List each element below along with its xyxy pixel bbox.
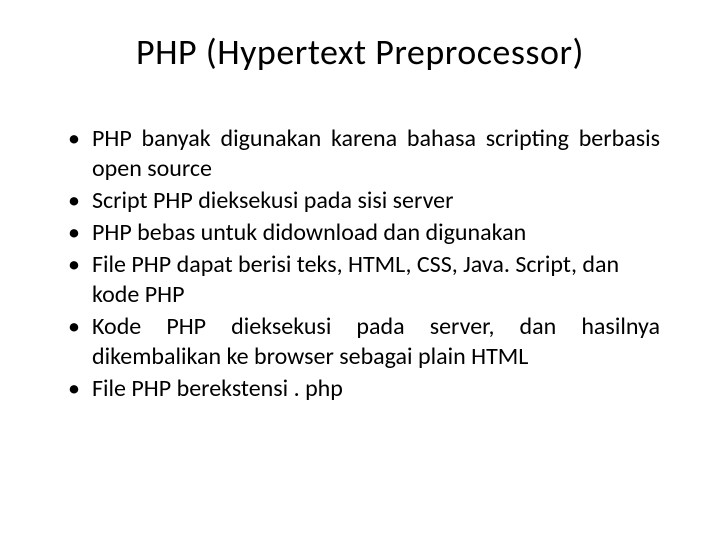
bullet-dot: • (68, 374, 80, 404)
list-item: • File PHP dapat berisi teks, HTML, CSS,… (68, 250, 660, 310)
bullet-text: PHP bebas untuk didownload dan digunakan (92, 218, 526, 247)
bullet-text: PHP banyak digunakan karena bahasa scrip… (92, 124, 660, 183)
bullet-text: File PHP berekstensi . php (92, 374, 343, 403)
bullet-text: Kode PHP dieksekusi pada server, dan has… (92, 312, 660, 371)
bullet-dot: • (68, 218, 80, 248)
bullet-dot: • (68, 124, 80, 154)
list-item: • Kode PHP dieksekusi pada server, dan h… (68, 312, 660, 372)
bullet-text: File PHP dapat berisi teks, HTML, CSS, J… (92, 250, 619, 309)
bullet-list: • PHP banyak digunakan karena bahasa scr… (60, 124, 660, 404)
list-item: • File PHP berekstensi . php (68, 374, 660, 404)
slide-title: PHP (Hypertext Preprocessor) (60, 30, 660, 74)
bullet-text: Script PHP dieksekusi pada sisi server (92, 186, 454, 215)
list-item: • Script PHP dieksekusi pada sisi server (68, 186, 660, 216)
list-item: • PHP bebas untuk didownload dan digunak… (68, 218, 660, 248)
list-item: • PHP banyak digunakan karena bahasa scr… (68, 124, 660, 184)
bullet-dot: • (68, 250, 80, 280)
bullet-dot: • (68, 186, 80, 216)
bullet-dot: • (68, 312, 80, 342)
